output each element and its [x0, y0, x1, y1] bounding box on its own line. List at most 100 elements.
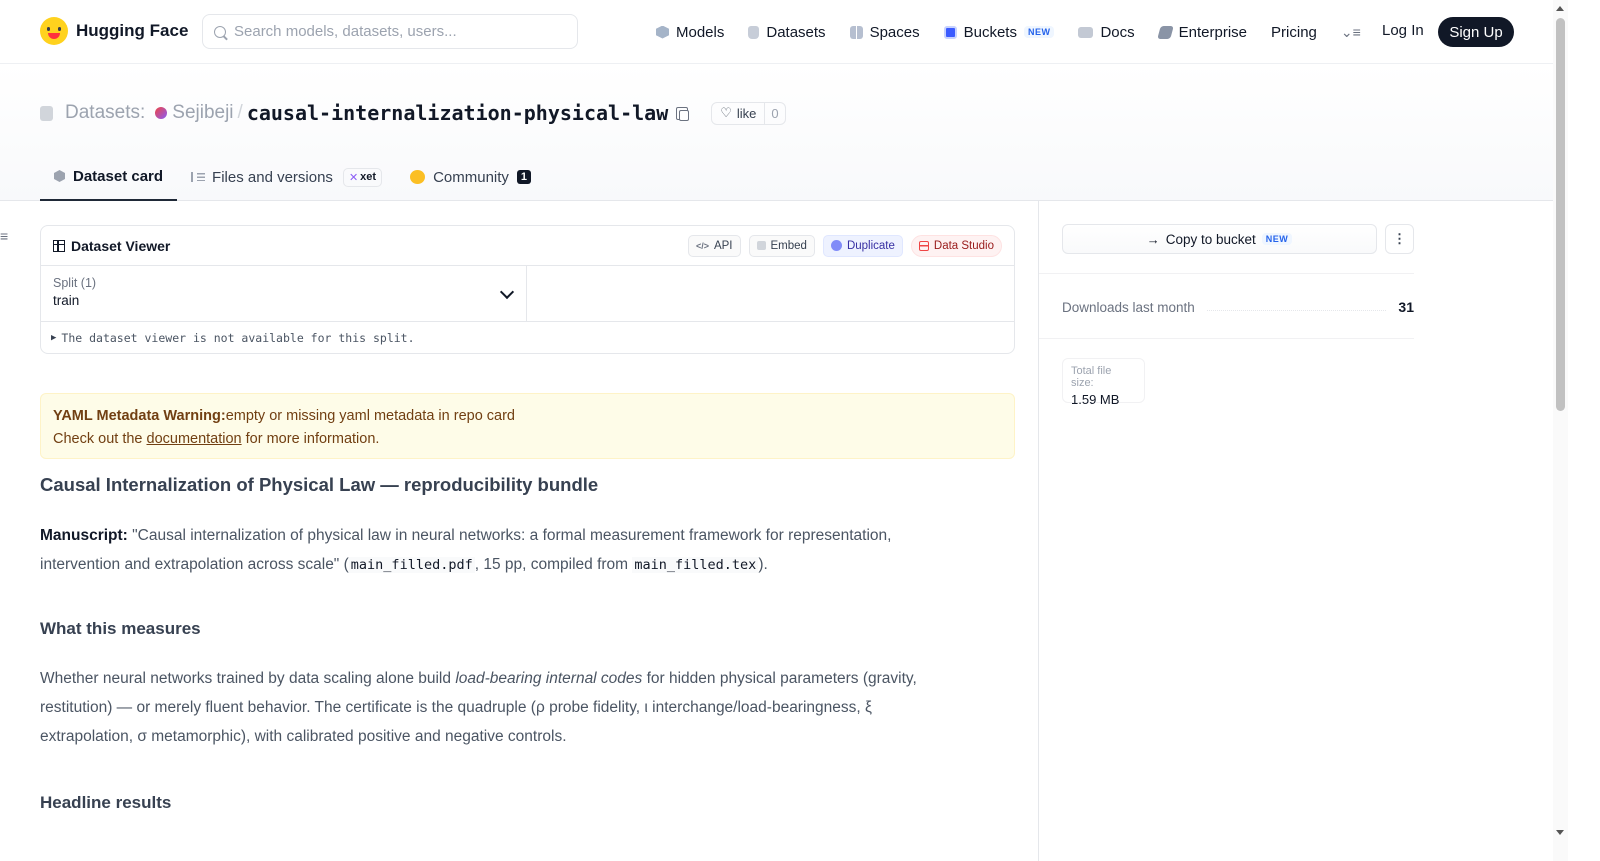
- section-heading-results: Headline results: [40, 793, 172, 812]
- yaml-metadata-warning: YAML Metadata Warning:empty or missing y…: [40, 393, 1015, 459]
- embed-icon: [756, 241, 766, 250]
- nav-link-label: Spaces: [869, 23, 920, 41]
- more-menu-icon[interactable]: ⌄≡: [1341, 24, 1361, 41]
- button-label: API: [713, 239, 733, 252]
- buckets-icon: [943, 25, 957, 39]
- toc-toggle-icon[interactable]: ≡: [0, 228, 8, 244]
- manuscript-text: ).: [758, 556, 768, 573]
- split-label: Split (1): [53, 276, 97, 290]
- files-icon: [191, 172, 206, 182]
- like-widget: ♡ like 0: [711, 101, 786, 125]
- repo-name[interactable]: causal-internalization-physical-law: [247, 101, 668, 125]
- dataset-icon: [40, 105, 53, 121]
- community-icon: [410, 170, 426, 184]
- nav-link-datasets[interactable]: Datasets: [748, 24, 826, 41]
- scroll-down-arrow-icon[interactable]: [1556, 830, 1564, 835]
- search-input[interactable]: [234, 23, 554, 40]
- manuscript-pdf: main_filled.pdf: [348, 557, 475, 573]
- warning-line-1: YAML Metadata Warning:empty or missing y…: [53, 405, 1002, 428]
- section-heading-measures: What this measures: [40, 619, 201, 638]
- copy-icon[interactable]: [676, 106, 690, 121]
- warning-line-2: Check out the documentation for more inf…: [53, 428, 1002, 451]
- nav-link-buckets[interactable]: Buckets NEW: [943, 23, 1055, 41]
- nav-link-spaces[interactable]: Spaces: [849, 23, 920, 41]
- data-studio-button[interactable]: Data Studio: [910, 234, 1002, 257]
- nav-link-docs[interactable]: Docs: [1078, 24, 1135, 41]
- like-button[interactable]: ♡ like: [712, 102, 766, 124]
- button-label: Duplicate: [846, 239, 895, 252]
- data-studio-icon: [918, 240, 929, 251]
- owner-avatar: [155, 107, 168, 119]
- datasets-icon: [748, 25, 760, 39]
- nav-link-label: Pricing: [1271, 23, 1317, 41]
- tab-label: Files and versions: [212, 168, 333, 186]
- scroll-up-arrow-icon[interactable]: [1556, 6, 1564, 11]
- dataset-card-content: Causal Internalization of Physical Law —…: [40, 470, 940, 818]
- manuscript-text: , 15 pp, compiled from: [474, 556, 633, 573]
- measures-text: Whether neural networks trained by data …: [40, 670, 456, 687]
- total-file-size: Total file size: 1.59 MB: [1062, 358, 1145, 407]
- page-scrollbar[interactable]: [1553, 0, 1568, 861]
- nav-link-models[interactable]: Models: [656, 24, 724, 41]
- search-box[interactable]: [202, 14, 578, 49]
- enterprise-icon: [1156, 25, 1174, 39]
- tab-files-and-versions[interactable]: Files and versions ✕ xet: [177, 153, 396, 201]
- warning-text: Check out the: [53, 431, 147, 447]
- file-size-value: 1.59 MB: [1071, 392, 1120, 407]
- viewer-unavailable-details[interactable]: ▶ The dataset viewer is not available fo…: [41, 322, 1014, 353]
- like-count[interactable]: 0: [765, 103, 784, 124]
- dataset-viewer-title: Dataset Viewer: [71, 237, 171, 254]
- new-badge: NEW: [1261, 233, 1293, 245]
- new-badge: NEW: [1023, 26, 1055, 38]
- viewer-unavailable-message: The dataset viewer is not available for …: [61, 330, 415, 345]
- warning-title: YAML Metadata Warning:: [53, 408, 226, 424]
- nav-link-label: Buckets: [963, 23, 1017, 41]
- owner-link[interactable]: Sejibeji: [172, 102, 233, 124]
- community-count-badge: 1: [516, 170, 532, 184]
- datasets-type-link[interactable]: Datasets:: [65, 102, 145, 124]
- split-select[interactable]: Split (1) train: [41, 266, 527, 321]
- sidebar-divider: [1038, 201, 1039, 861]
- warning-text: for more information.: [241, 431, 380, 447]
- copy-to-bucket-button[interactable]: → Copy to bucket NEW: [1062, 224, 1377, 254]
- duplicate-button[interactable]: Duplicate: [822, 234, 903, 257]
- top-navigation: Hugging Face Models Datasets Spaces Buck…: [0, 0, 1568, 64]
- tab-label: Community: [433, 168, 509, 186]
- nav-link-label: Enterprise: [1178, 23, 1248, 41]
- manuscript-paragraph: Manuscript: "Causal internalization of p…: [40, 521, 940, 580]
- split-value: train: [53, 293, 80, 308]
- duplicate-icon: [830, 240, 842, 251]
- brand-name: Hugging Face: [76, 21, 189, 40]
- signup-button[interactable]: Sign Up: [1438, 17, 1514, 47]
- tab-dataset-card[interactable]: Dataset card: [40, 153, 178, 201]
- dataset-viewer-header: Dataset Viewer </> API Embed Duplicate Da…: [41, 226, 1014, 266]
- embed-button[interactable]: Embed: [748, 234, 815, 257]
- path-separator: /: [237, 102, 243, 123]
- xet-badge: ✕ xet: [342, 167, 383, 187]
- nav-link-enterprise[interactable]: Enterprise: [1156, 23, 1248, 41]
- repo-tabs: Dataset card Files and versions ✕ xet Com…: [40, 153, 545, 201]
- scroll-thumb[interactable]: [1556, 18, 1565, 411]
- file-size-label: Total file size:: [1071, 365, 1112, 389]
- manuscript-tex: main_filled.tex: [632, 557, 759, 573]
- arrow-right-icon: →: [1146, 231, 1160, 247]
- table-icon: [53, 239, 65, 252]
- xet-icon: ✕: [348, 171, 359, 184]
- login-link[interactable]: Log In: [1382, 22, 1424, 39]
- warning-message: empty or missing yaml metadata in repo c…: [225, 408, 516, 424]
- tab-label: Dataset card: [73, 167, 164, 185]
- documentation-link[interactable]: documentation: [147, 431, 242, 447]
- spaces-icon: [849, 25, 863, 39]
- button-label: Embed: [770, 239, 807, 252]
- code-icon: </>: [695, 240, 709, 251]
- hugging-face-logo-icon: [40, 17, 68, 45]
- nav-link-pricing[interactable]: Pricing: [1271, 24, 1317, 41]
- like-label: like: [736, 105, 757, 121]
- docs-icon: [1078, 26, 1094, 38]
- models-icon: [656, 25, 669, 39]
- tab-community[interactable]: Community 1: [396, 153, 545, 201]
- api-button[interactable]: </> API: [687, 234, 741, 257]
- more-options-button[interactable]: ⋮: [1385, 224, 1414, 254]
- brand-logo[interactable]: Hugging Face: [40, 17, 188, 45]
- heart-icon: ♡: [720, 105, 732, 120]
